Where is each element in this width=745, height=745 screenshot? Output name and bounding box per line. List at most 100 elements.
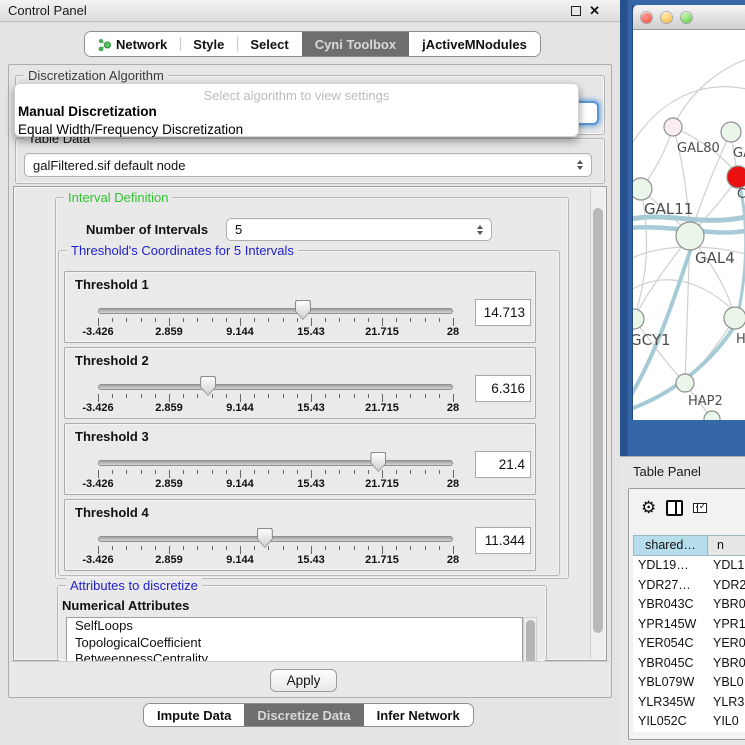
tick-mark xyxy=(382,318,383,326)
slider-thumb[interactable] xyxy=(295,300,311,320)
group-title: Attributes to discretize xyxy=(66,578,202,593)
tab-discretize-data[interactable]: Discretize Data xyxy=(244,704,363,726)
table-panel: Table Panel ⚙ shared… n YDL19…YDL1YDR27…… xyxy=(620,456,745,745)
threshold-2-box: Threshold 2-3.4262.8599.14415.4321.71528… xyxy=(64,347,536,419)
vertical-scrollbar[interactable] xyxy=(590,188,605,659)
list-scrollbar[interactable] xyxy=(523,617,537,663)
threshold-value-field[interactable]: 11.344 xyxy=(475,527,531,554)
tab-infer-network[interactable]: Infer Network xyxy=(364,704,473,726)
network-node-c[interactable] xyxy=(727,166,745,188)
slider-thumb[interactable] xyxy=(200,376,216,396)
table-row[interactable]: YIL052CYIL0 xyxy=(633,712,745,732)
tick-mark xyxy=(155,394,156,398)
tick-mark xyxy=(197,546,198,550)
network-node-h[interactable] xyxy=(724,307,745,329)
cell-shared-name: YBR045C xyxy=(633,654,708,674)
tick-mark xyxy=(197,318,198,322)
tick-label: -3.426 xyxy=(82,402,113,414)
network-edge-highlighted[interactable] xyxy=(737,182,745,320)
network-node-gal11[interactable] xyxy=(633,178,652,200)
attribute-list-item[interactable]: TopologicalCoefficient xyxy=(67,635,522,652)
minimize-traffic-light-icon[interactable] xyxy=(661,12,672,23)
tick-mark xyxy=(268,546,269,550)
tick-label: 28 xyxy=(447,402,459,414)
network-edge[interactable] xyxy=(673,58,745,127)
tab-impute-data[interactable]: Impute Data xyxy=(144,704,244,726)
threshold-value-field[interactable]: 14.713 xyxy=(475,299,531,326)
node-label: GCY1 xyxy=(633,331,671,349)
close-traffic-light-icon[interactable] xyxy=(641,12,652,23)
tick-mark xyxy=(425,470,426,474)
table-row[interactable]: YLR345WYLR3 xyxy=(633,693,745,713)
column-header-name[interactable]: n xyxy=(708,536,745,555)
table-row[interactable]: YER054CYER0 xyxy=(633,634,745,654)
table-row[interactable]: YBL079WYBL0 xyxy=(633,673,745,693)
table-data-selected: galFiltered.sif default node xyxy=(33,158,185,173)
table-data-combobox[interactable]: galFiltered.sif default node xyxy=(24,153,592,177)
algorithm-dropdown-popup: Select algorithm to view settings Manual… xyxy=(14,83,579,137)
tick-mark xyxy=(453,394,454,402)
gear-icon[interactable]: ⚙ xyxy=(641,500,656,516)
checkbox-icon[interactable] xyxy=(697,503,707,513)
scrollbar-thumb[interactable] xyxy=(593,208,603,633)
slider-thumb[interactable] xyxy=(257,528,273,548)
tick-mark xyxy=(382,546,383,554)
network-node-gcy1[interactable] xyxy=(633,309,644,329)
table-row[interactable]: YDR27…YDR2 xyxy=(633,576,745,596)
tick-mark xyxy=(240,318,241,326)
slider-track[interactable] xyxy=(98,460,453,466)
attribute-list-item[interactable]: SelfLoops xyxy=(67,618,522,635)
threshold-value-field[interactable]: 21.4 xyxy=(475,451,531,478)
dropdown-option-manual[interactable]: Manual Discretization xyxy=(15,103,578,121)
tab-cyni-toolbox[interactable]: Cyni Toolbox xyxy=(302,32,409,56)
tab-select[interactable]: Select xyxy=(237,32,301,56)
slider-track[interactable] xyxy=(98,384,453,390)
cyni-toolbox-content: Discretization Algorithm Select algorith… xyxy=(8,64,612,698)
number-of-intervals-combobox[interactable]: 5 xyxy=(226,218,492,241)
network-node-gal4[interactable] xyxy=(676,222,704,250)
zoom-traffic-light-icon[interactable] xyxy=(681,12,692,23)
threshold-label: Threshold 3 xyxy=(75,429,149,444)
threshold-label: Threshold 2 xyxy=(75,353,149,368)
table-row[interactable]: YBR043CYBR0 xyxy=(633,595,745,615)
tick-mark xyxy=(354,318,355,322)
table-row[interactable]: YBR045CYBR0 xyxy=(633,654,745,674)
tab-jactivemnodules[interactable]: jActiveMNodules xyxy=(409,32,540,56)
tick-mark xyxy=(183,470,184,474)
tab-network[interactable]: Network xyxy=(85,32,180,56)
tick-mark xyxy=(311,394,312,402)
network-node-ga[interactable] xyxy=(721,122,741,142)
column-header-shared-name[interactable]: shared… xyxy=(634,536,708,555)
tick-mark xyxy=(339,394,340,398)
tick-mark xyxy=(112,470,113,474)
dropdown-option-equal-width[interactable]: Equal Width/Frequency Discretization xyxy=(15,121,578,139)
slider-track[interactable] xyxy=(98,536,453,542)
tick-mark xyxy=(226,546,227,550)
stepper-arrows-icon xyxy=(577,160,583,170)
tick-mark xyxy=(325,546,326,550)
table-row[interactable]: YDL19…YDL1 xyxy=(633,556,745,576)
thresholds-group: Threshold's Coordinates for 5 Intervals … xyxy=(58,250,560,576)
tick-mark xyxy=(212,394,213,398)
group-title: Interval Definition xyxy=(64,190,172,205)
slider-thumb[interactable] xyxy=(370,452,386,472)
tick-mark xyxy=(141,394,142,398)
float-window-icon[interactable] xyxy=(571,6,581,16)
network-node-hap2[interactable] xyxy=(676,374,694,392)
tick-mark xyxy=(197,470,198,474)
network-node-gal80[interactable] xyxy=(664,118,682,136)
desktop-background: GAL80GACGAL11GAL4GCY1HHAP2 xyxy=(620,0,745,456)
threshold-value-field[interactable]: 6.316 xyxy=(475,375,531,402)
table-row[interactable]: YPR145WYPR1 xyxy=(633,615,745,635)
tick-mark xyxy=(311,318,312,326)
cell-shared-name: YIL052C xyxy=(633,712,708,732)
cell-shared-name: YER054C xyxy=(633,634,708,654)
slider-track[interactable] xyxy=(98,308,453,314)
apply-button[interactable]: Apply xyxy=(270,669,337,692)
tab-style[interactable]: Style xyxy=(180,32,237,56)
settings-scrollpane: Interval Definition Number of Intervals … xyxy=(13,186,607,661)
network-canvas[interactable]: GAL80GACGAL11GAL4GCY1HHAP2 xyxy=(633,30,745,420)
numerical-attributes-list[interactable]: SelfLoopsTopologicalCoefficientBetweenne… xyxy=(66,617,523,663)
close-icon[interactable]: ✕ xyxy=(589,6,600,16)
split-columns-icon[interactable] xyxy=(666,500,683,516)
